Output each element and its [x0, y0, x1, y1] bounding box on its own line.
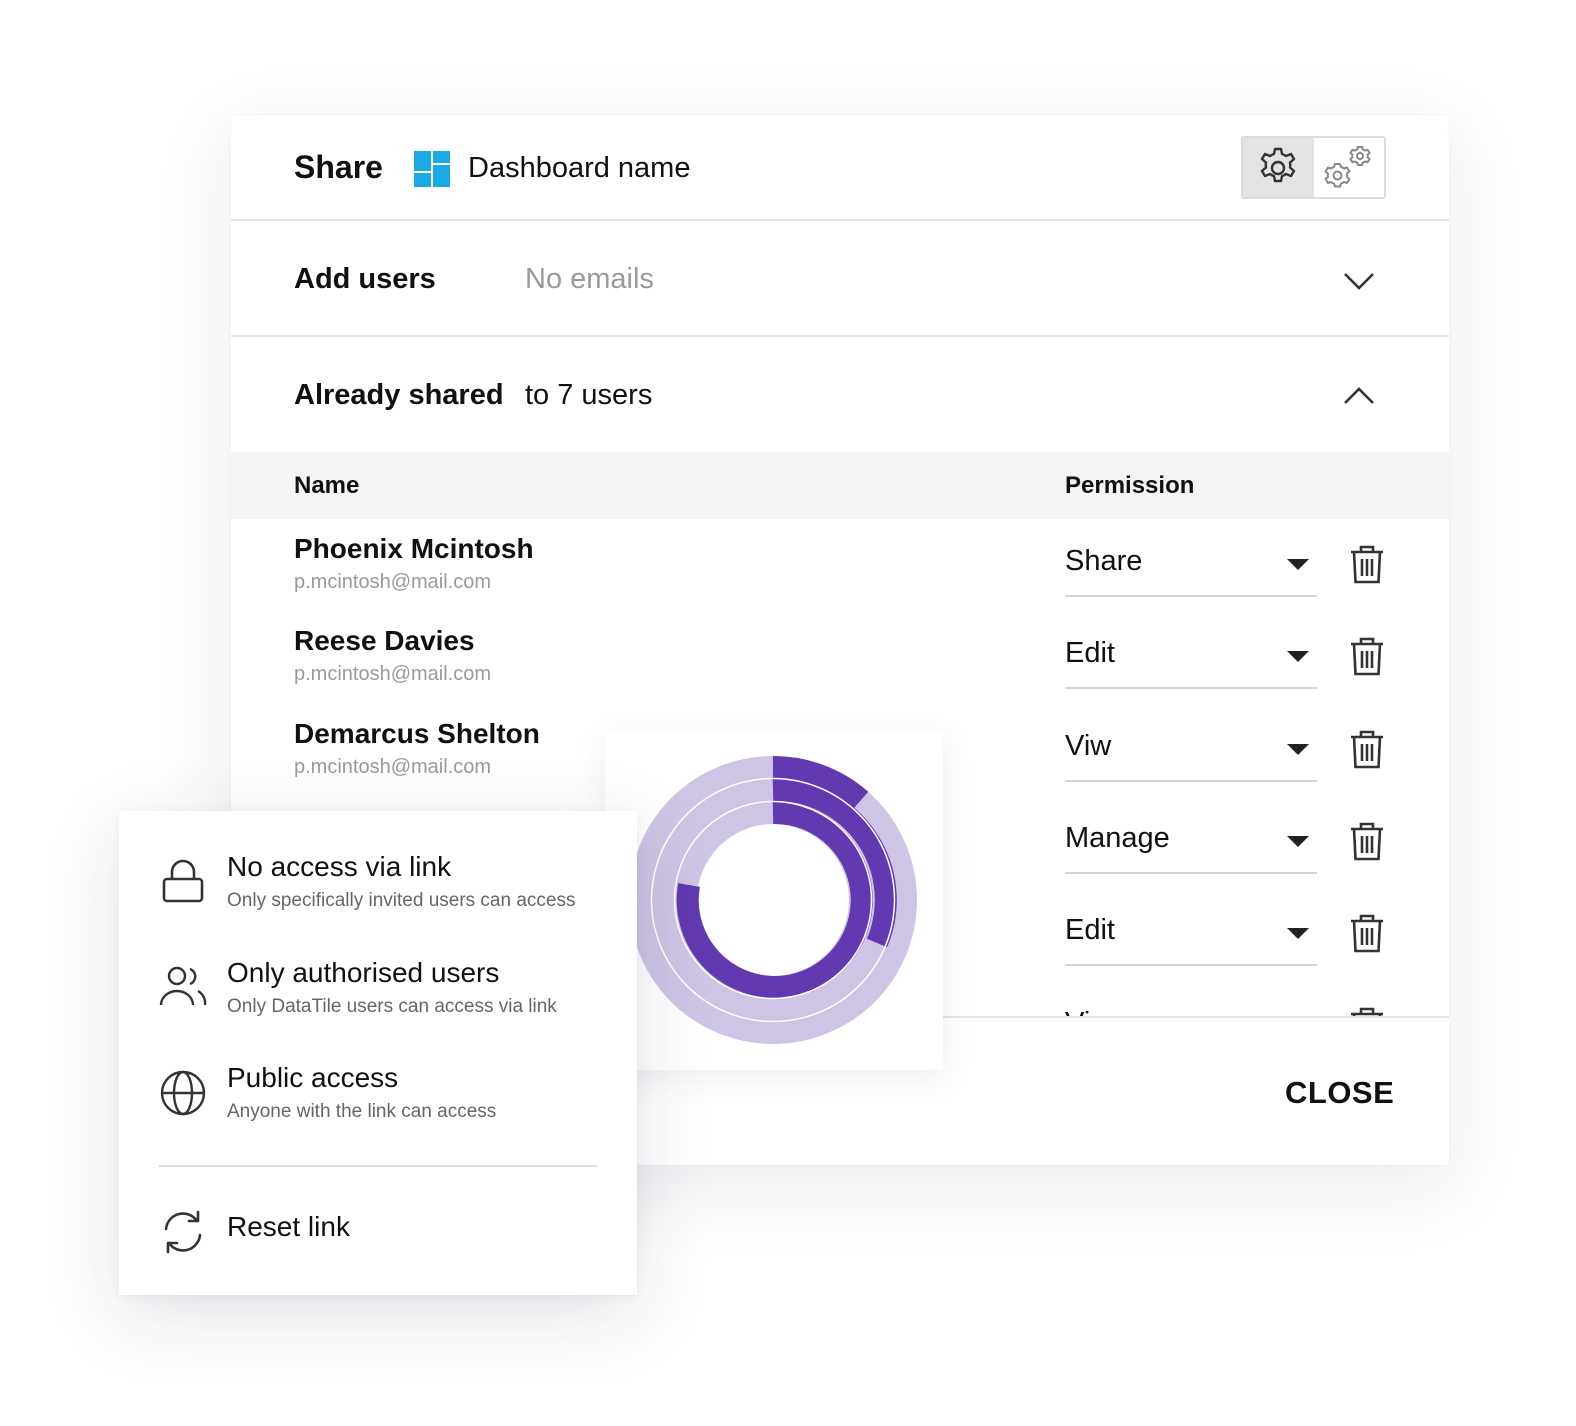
- permission-select[interactable]: Edit: [1065, 633, 1317, 689]
- dashboard-name: Dashboard name: [468, 152, 691, 184]
- donut-chart-card: [605, 731, 943, 1070]
- already-shared-section[interactable]: Already shared to 7 users: [231, 337, 1449, 453]
- close-button[interactable]: CLOSE: [1285, 1075, 1394, 1111]
- gear-toggle-button[interactable]: [1243, 138, 1314, 197]
- users-icon: [159, 966, 207, 1006]
- user-name: Demarcus Shelton: [294, 718, 540, 749]
- trash-icon[interactable]: [1349, 912, 1385, 954]
- trash-icon[interactable]: [1349, 1005, 1385, 1016]
- menu-item-title: Only authorised users: [227, 957, 500, 988]
- permission-value: Edit: [1065, 637, 1115, 669]
- permission-select[interactable]: Viw: [1065, 726, 1317, 782]
- add-users-section[interactable]: Add users No emails: [231, 221, 1449, 337]
- permission-select[interactable]: Manage: [1065, 818, 1317, 874]
- caret-down-icon: [1287, 744, 1309, 755]
- globe-icon: [160, 1070, 206, 1116]
- permission-value: Viw: [1065, 1007, 1111, 1016]
- chevron-down-icon[interactable]: [1343, 265, 1375, 297]
- caret-down-icon: [1287, 836, 1309, 847]
- user-email: p.mcintosh@mail.com: [294, 571, 492, 593]
- chevron-up-icon[interactable]: [1343, 381, 1375, 413]
- reset-link-button[interactable]: Reset link: [119, 1183, 637, 1283]
- permission-value: Manage: [1065, 822, 1170, 854]
- trash-icon[interactable]: [1349, 728, 1385, 770]
- menu-item-no-access[interactable]: No access via link Only specifically inv…: [119, 811, 637, 911]
- dialog-title: Share: [294, 149, 383, 185]
- trash-icon[interactable]: [1349, 543, 1385, 585]
- trash-icon[interactable]: [1349, 820, 1385, 862]
- permission-select[interactable]: Viw: [1065, 1003, 1317, 1016]
- caret-down-icon: [1287, 651, 1309, 662]
- permission-value: Edit: [1065, 914, 1115, 946]
- gear-icon: [1261, 147, 1296, 182]
- reset-link-label: Reset link: [227, 1211, 350, 1242]
- add-users-label: Add users: [294, 263, 436, 295]
- permission-value: Share: [1065, 545, 1143, 577]
- gears-toggle-button[interactable]: [1314, 138, 1385, 197]
- dialog-header: Share Dashboard name: [231, 115, 1449, 221]
- menu-item-subtitle: Only DataTile users can access via link: [227, 996, 557, 1017]
- caret-down-icon: [1287, 928, 1309, 939]
- user-name: Reese Davies: [294, 625, 475, 656]
- table-row: Phoenix Mcintosh p.mcintosh@mail.com Sha…: [231, 519, 1449, 611]
- link-access-menu: No access via link Only specifically inv…: [119, 811, 637, 1295]
- menu-item-title: Public access: [227, 1062, 399, 1093]
- user-email: p.mcintosh@mail.com: [294, 663, 492, 685]
- menu-item-subtitle: Anyone with the link can access: [227, 1101, 497, 1122]
- concentric-donut-graphic: [629, 755, 917, 1044]
- menu-item-public-access[interactable]: Public access Anyone with the link can a…: [119, 1022, 637, 1122]
- already-shared-label: Already shared: [294, 379, 504, 411]
- trash-icon[interactable]: [1349, 635, 1385, 677]
- settings-toggle: [1241, 136, 1386, 199]
- column-header-name: Name: [294, 472, 360, 499]
- menu-item-authorised-users[interactable]: Only authorised users Only DataTile user…: [119, 917, 637, 1017]
- already-shared-value: to 7 users: [525, 379, 653, 411]
- table-row: Reese Davies p.mcintosh@mail.com Edit: [231, 611, 1449, 703]
- refresh-icon: [164, 1210, 202, 1254]
- table-header: Name Permission: [231, 452, 1449, 519]
- add-users-value: No emails: [525, 263, 654, 295]
- dashboard-logo-icon: [414, 151, 450, 187]
- permission-select[interactable]: Edit: [1065, 910, 1317, 966]
- gears-icon: [1324, 145, 1371, 187]
- user-email: p.mcintosh@mail.com: [294, 756, 492, 778]
- menu-divider: [159, 1165, 597, 1167]
- menu-item-title: No access via link: [227, 851, 452, 882]
- column-header-permission: Permission: [1065, 472, 1195, 499]
- user-name: Phoenix Mcintosh: [294, 533, 534, 564]
- lock-icon: [162, 859, 204, 903]
- caret-down-icon: [1287, 559, 1309, 570]
- menu-item-subtitle: Only specifically invited users can acce…: [227, 890, 576, 911]
- permission-select[interactable]: Share: [1065, 541, 1317, 597]
- permission-value: Viw: [1065, 730, 1112, 762]
